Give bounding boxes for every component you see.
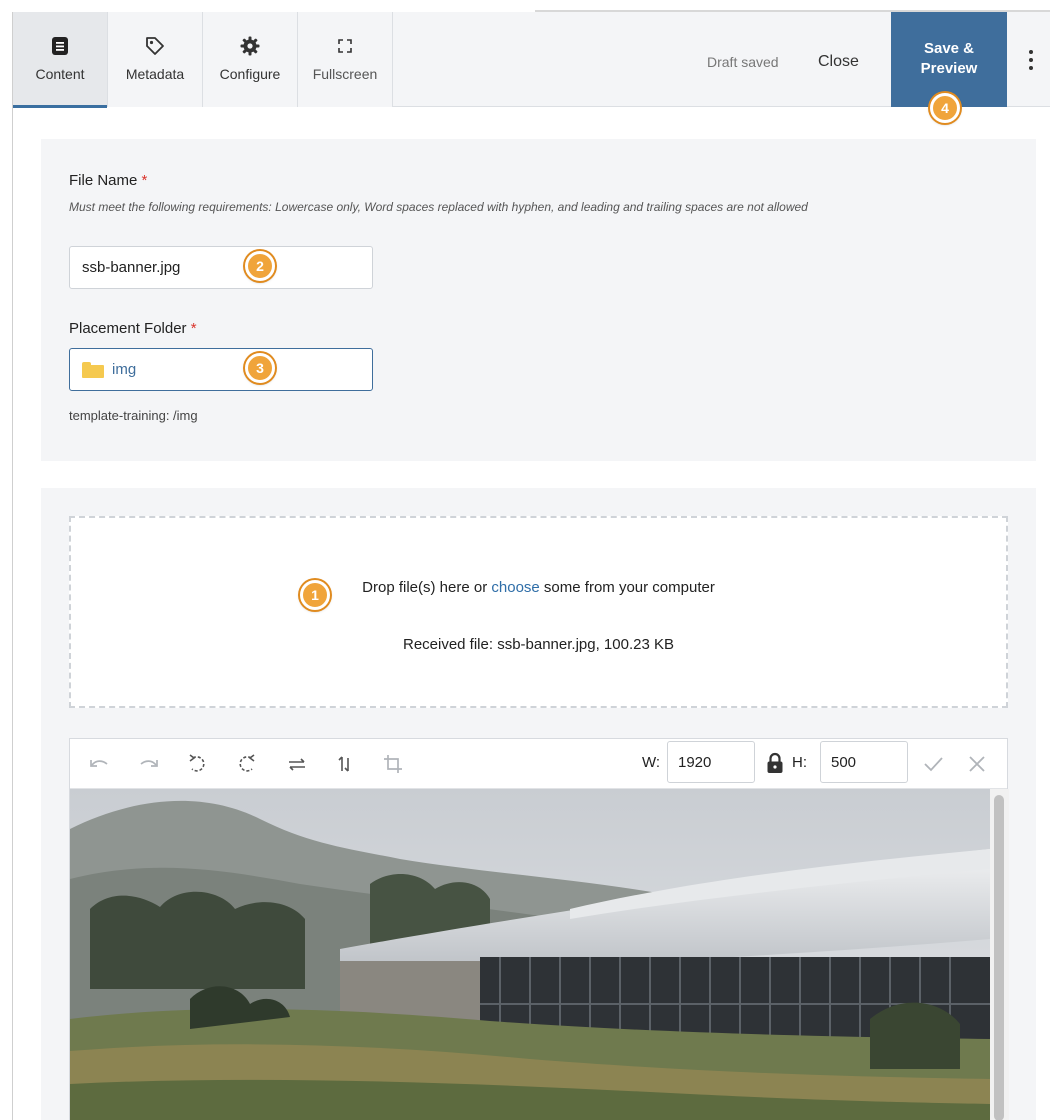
placement-folder-label: Placement Folder * — [69, 320, 197, 337]
required-mark: * — [141, 172, 148, 189]
image-scrollbar-thumb[interactable] — [994, 795, 1004, 1120]
callout-3: 3 — [245, 353, 275, 383]
placement-folder-label-text: Placement Folder — [69, 320, 187, 337]
file-name-label: File Name * — [69, 172, 147, 189]
placement-folder-value: img — [112, 361, 137, 378]
rotate-left-icon[interactable] — [186, 753, 208, 775]
cancel-close-icon[interactable] — [966, 753, 988, 775]
draft-status: Draft saved — [707, 54, 779, 70]
editor-window: Content Metadata Configure Fullscreen Dr… — [12, 12, 1050, 1120]
gear-icon — [240, 36, 260, 56]
file-name-input[interactable]: ssb-banner.jpg — [69, 246, 373, 289]
height-label: H: — [792, 754, 807, 771]
rotate-right-icon[interactable] — [236, 753, 258, 775]
callout-2: 2 — [245, 251, 275, 281]
tab-configure[interactable]: Configure — [203, 12, 298, 107]
received-file-info: Received file: ssb-banner.jpg, 100.23 KB — [402, 636, 674, 653]
save-label-line2: Preview — [920, 60, 978, 77]
tab-content[interactable]: Content — [13, 12, 108, 108]
file-name-value: ssb-banner.jpg — [82, 259, 181, 276]
document-icon — [52, 37, 68, 55]
more-options-icon[interactable] — [1021, 48, 1041, 72]
fullscreen-icon — [338, 39, 352, 53]
undo-icon[interactable] — [88, 753, 110, 775]
redo-icon[interactable] — [138, 753, 160, 775]
tab-metadata[interactable]: Metadata — [108, 12, 203, 107]
file-drop-zone[interactable]: Drop file(s) here or choose some from yo… — [69, 516, 1008, 708]
width-label: W: — [642, 754, 661, 771]
uploaded-image-preview — [70, 789, 990, 1120]
callout-1: 1 — [300, 580, 330, 610]
height-input[interactable]: 500 — [820, 741, 908, 783]
flip-horizontal-icon[interactable] — [286, 753, 308, 775]
drop-text-after: some from your computer — [539, 579, 715, 596]
required-mark: * — [190, 320, 197, 337]
callout-4: 4 — [930, 93, 960, 123]
tab-metadata-label: Metadata — [125, 66, 185, 82]
toolbar: Content Metadata Configure Fullscreen Dr… — [13, 12, 1050, 108]
width-value: 1920 — [678, 753, 712, 771]
lock-icon[interactable] — [766, 752, 784, 774]
tab-fullscreen[interactable]: Fullscreen — [298, 12, 393, 107]
image-editor: W: 1920 H: 500 — [69, 738, 1009, 1120]
file-name-hint: Must meet the following requirements: Lo… — [69, 200, 808, 214]
choose-file-link[interactable]: choose — [491, 579, 539, 596]
close-button[interactable]: Close — [818, 53, 859, 71]
placement-folder-input[interactable]: img — [69, 348, 373, 391]
drop-instructions: Drop file(s) here or choose some from yo… — [71, 579, 1006, 596]
drop-text-before: Drop file(s) here or — [362, 579, 492, 596]
height-value: 500 — [831, 753, 857, 771]
tab-content-label: Content — [35, 66, 85, 82]
folder-icon — [82, 361, 104, 378]
confirm-check-icon[interactable] — [922, 753, 944, 775]
file-settings-panel: File Name * Must meet the following requ… — [41, 139, 1036, 461]
file-name-label-text: File Name — [69, 172, 138, 189]
image-scrollbar[interactable] — [990, 789, 1009, 1120]
width-input[interactable]: 1920 — [667, 741, 755, 783]
tab-fullscreen-label: Fullscreen — [312, 66, 378, 82]
flip-vertical-icon[interactable] — [334, 753, 356, 775]
placement-path: template-training: /img — [69, 408, 198, 423]
tab-configure-label: Configure — [219, 66, 281, 82]
crop-icon[interactable] — [382, 753, 404, 775]
tag-icon — [146, 37, 164, 55]
upload-panel: Drop file(s) here or choose some from yo… — [41, 488, 1036, 1120]
save-label-line1: Save & — [923, 40, 975, 57]
image-editor-toolbar: W: 1920 H: 500 — [70, 739, 1007, 789]
